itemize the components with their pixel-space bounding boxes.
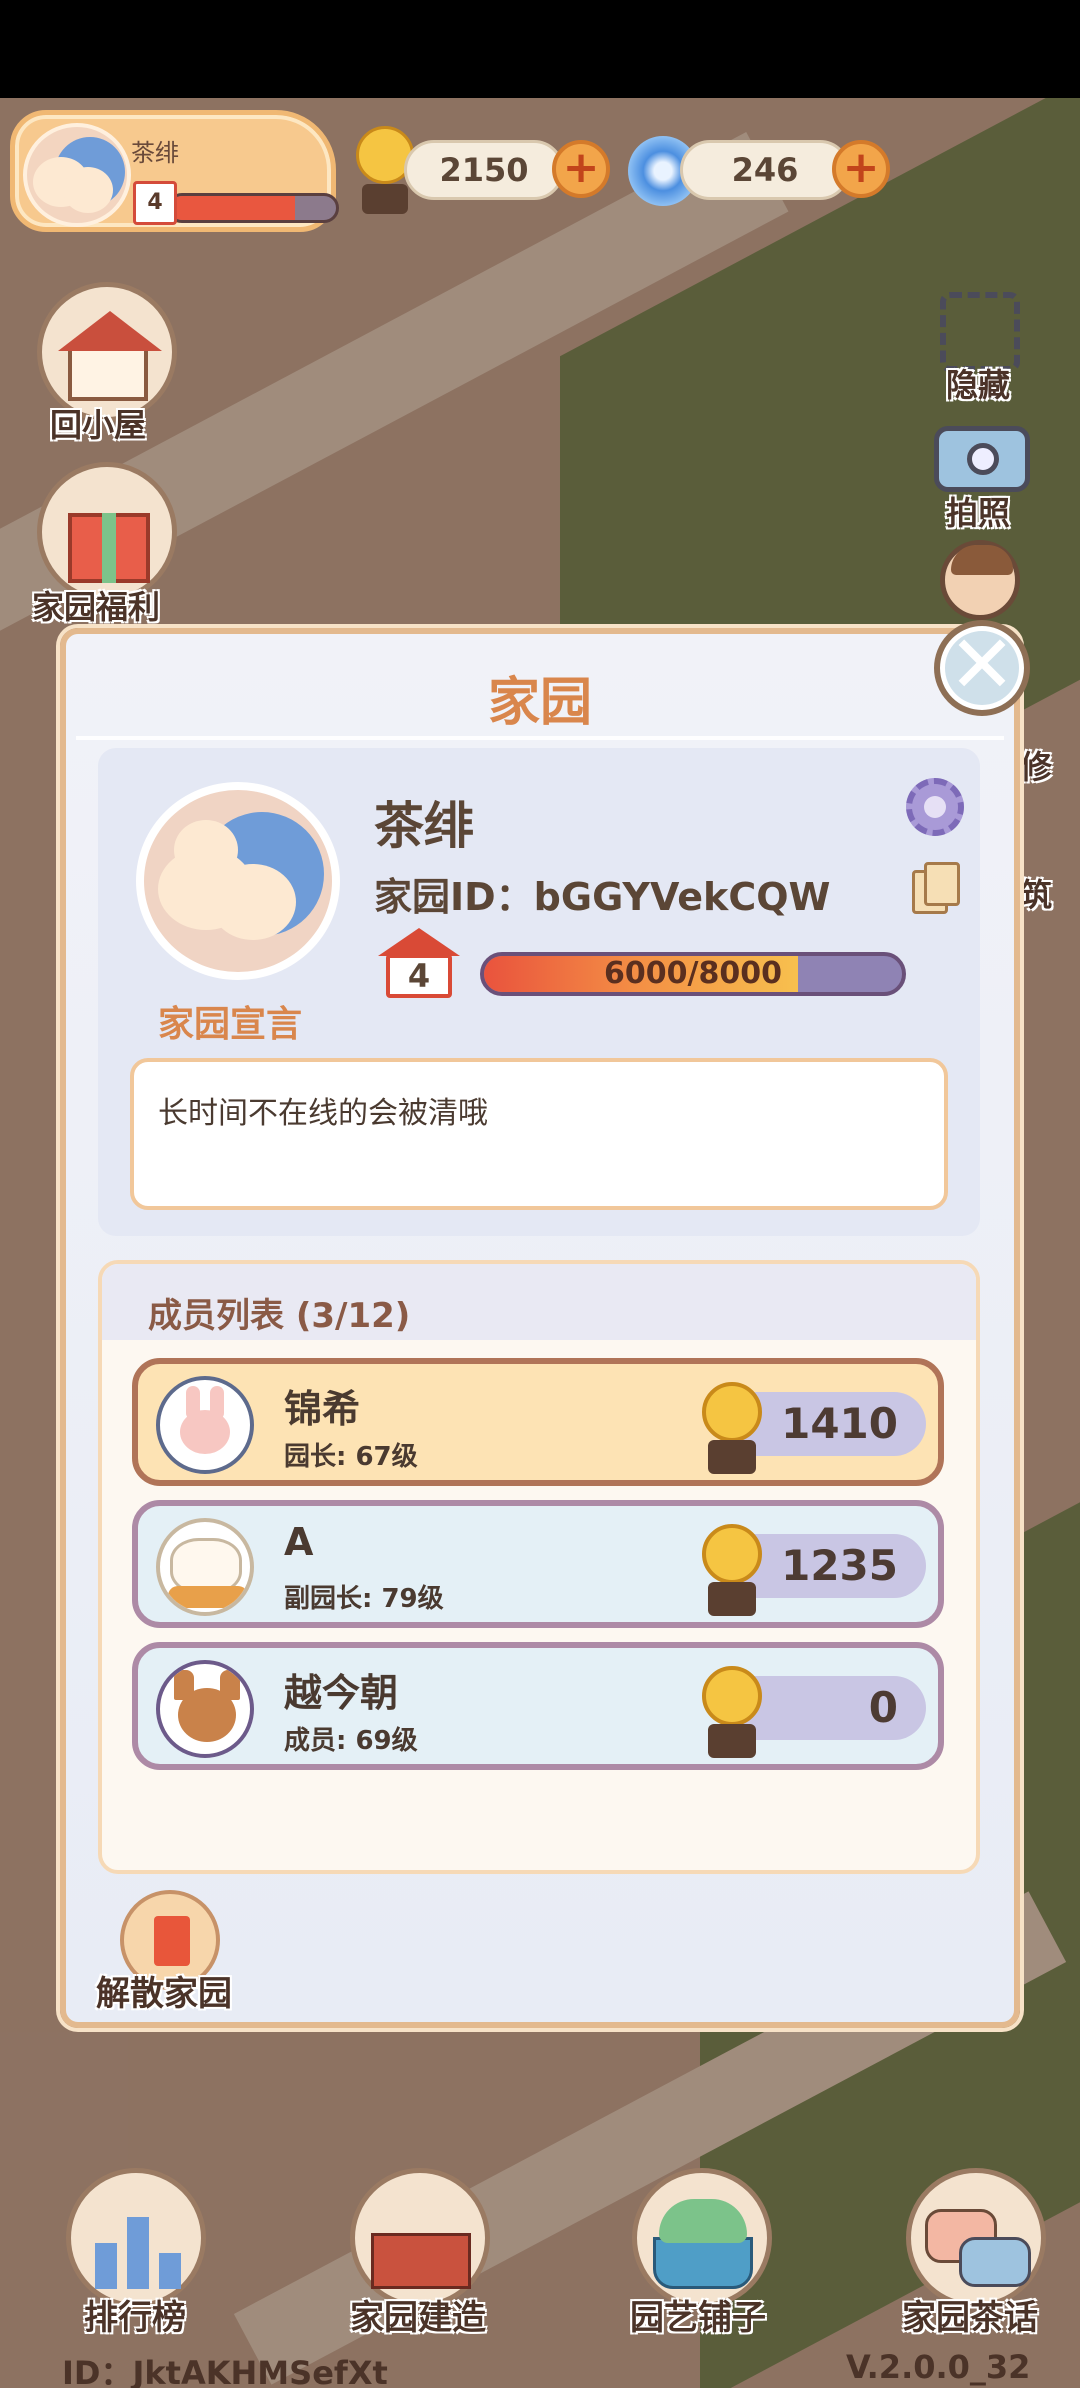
return-home-label: 回小屋 — [50, 406, 147, 444]
home-avatar[interactable] — [136, 782, 340, 980]
member-role: 园长: 67级 — [284, 1442, 418, 1472]
leaderboard-icon[interactable] — [66, 2168, 206, 2308]
build-label: 筑 — [1020, 876, 1053, 914]
home-id: 家园ID：bGGYVekCQW — [374, 875, 831, 919]
photo-label: 拍照 — [946, 494, 1011, 532]
character-avatar-icon[interactable] — [940, 540, 1020, 620]
settings-gear-icon[interactable] — [906, 778, 964, 836]
member-name: 越今朝 — [284, 1671, 399, 1715]
brick-trowel-icon[interactable] — [350, 2168, 490, 2308]
player-name: 茶绯 — [131, 139, 179, 167]
snail-trophy-icon — [694, 1516, 768, 1620]
player-avatar — [23, 123, 131, 227]
player-exp-bar — [167, 193, 339, 223]
members-title: 成员列表 (3/12) — [148, 1296, 411, 1336]
fox-avatar — [156, 1660, 254, 1758]
exp-text: 6000/8000 — [604, 956, 782, 991]
home-level-value: 4 — [386, 954, 452, 998]
home-level-badge: 4 — [378, 928, 460, 998]
gift-icon — [37, 462, 177, 602]
swirl-gem-count: 246 — [680, 140, 850, 200]
garden-shop-button[interactable]: 园艺铺子 — [630, 2290, 766, 2339]
snail-coin-count: 2150 — [404, 140, 564, 200]
modal-title: 家园 — [487, 673, 592, 733]
leaderboard-button[interactable]: 排行榜 — [84, 2290, 186, 2339]
member-role: 副园长: 79级 — [284, 1584, 444, 1614]
add-snail-coins-button[interactable]: + — [552, 140, 610, 198]
snail-trophy-icon — [694, 1658, 768, 1762]
member-name: 锦希 — [284, 1387, 361, 1431]
declaration-label: 家园宣言 — [158, 1004, 303, 1045]
member-role: 成员: 69级 — [284, 1726, 418, 1756]
declaration-box[interactable]: 长时间不在线的会被清哦 — [130, 1058, 948, 1210]
bunny-avatar — [156, 1376, 254, 1474]
camera-icon[interactable] — [934, 426, 1030, 492]
player-level-badge: 4 — [133, 181, 177, 225]
title-divider — [76, 736, 1004, 740]
account-id: ID：JktAKHMSefXt — [62, 2354, 388, 2388]
member-row[interactable]: 越今朝 成员: 69级 0 — [132, 1642, 944, 1770]
home-welfare-label: 家园福利 — [32, 588, 161, 626]
close-modal-button[interactable]: ✕ — [934, 620, 1030, 716]
home-build-button[interactable]: 家园建造 — [350, 2290, 486, 2339]
home-owner-name: 茶绯 — [374, 797, 474, 855]
snail-trophy-icon — [694, 1374, 768, 1478]
version-label: V.2.0.0_32 — [846, 2348, 1031, 2386]
copy-id-icon[interactable] — [912, 862, 962, 918]
hide-ui-label: 隐藏 — [946, 366, 1011, 404]
member-row[interactable]: 锦希 园长: 67级 1410 — [132, 1358, 944, 1486]
dissolve-home-button[interactable]: 解散家园 — [96, 1966, 232, 2015]
members-header: 成员列表 (3/12) — [102, 1264, 976, 1340]
member-row[interactable]: A 副园长: 79级 1235 — [132, 1500, 944, 1628]
home-exp-bar: 6000/8000 — [480, 952, 906, 996]
home-chat-button[interactable]: 家园茶话 — [902, 2290, 1038, 2339]
player-profile-chip[interactable]: 茶绯 4 — [10, 110, 339, 232]
member-name: A — [284, 1520, 314, 1564]
flower-basket-icon[interactable] — [632, 2168, 772, 2308]
add-swirl-gems-button[interactable]: + — [832, 140, 890, 198]
sheep-avatar — [156, 1518, 254, 1616]
declaration-text: 长时间不在线的会被清哦 — [158, 1096, 488, 1131]
repair-label: 修 — [1020, 748, 1053, 786]
chat-bubbles-icon[interactable] — [906, 2168, 1046, 2308]
